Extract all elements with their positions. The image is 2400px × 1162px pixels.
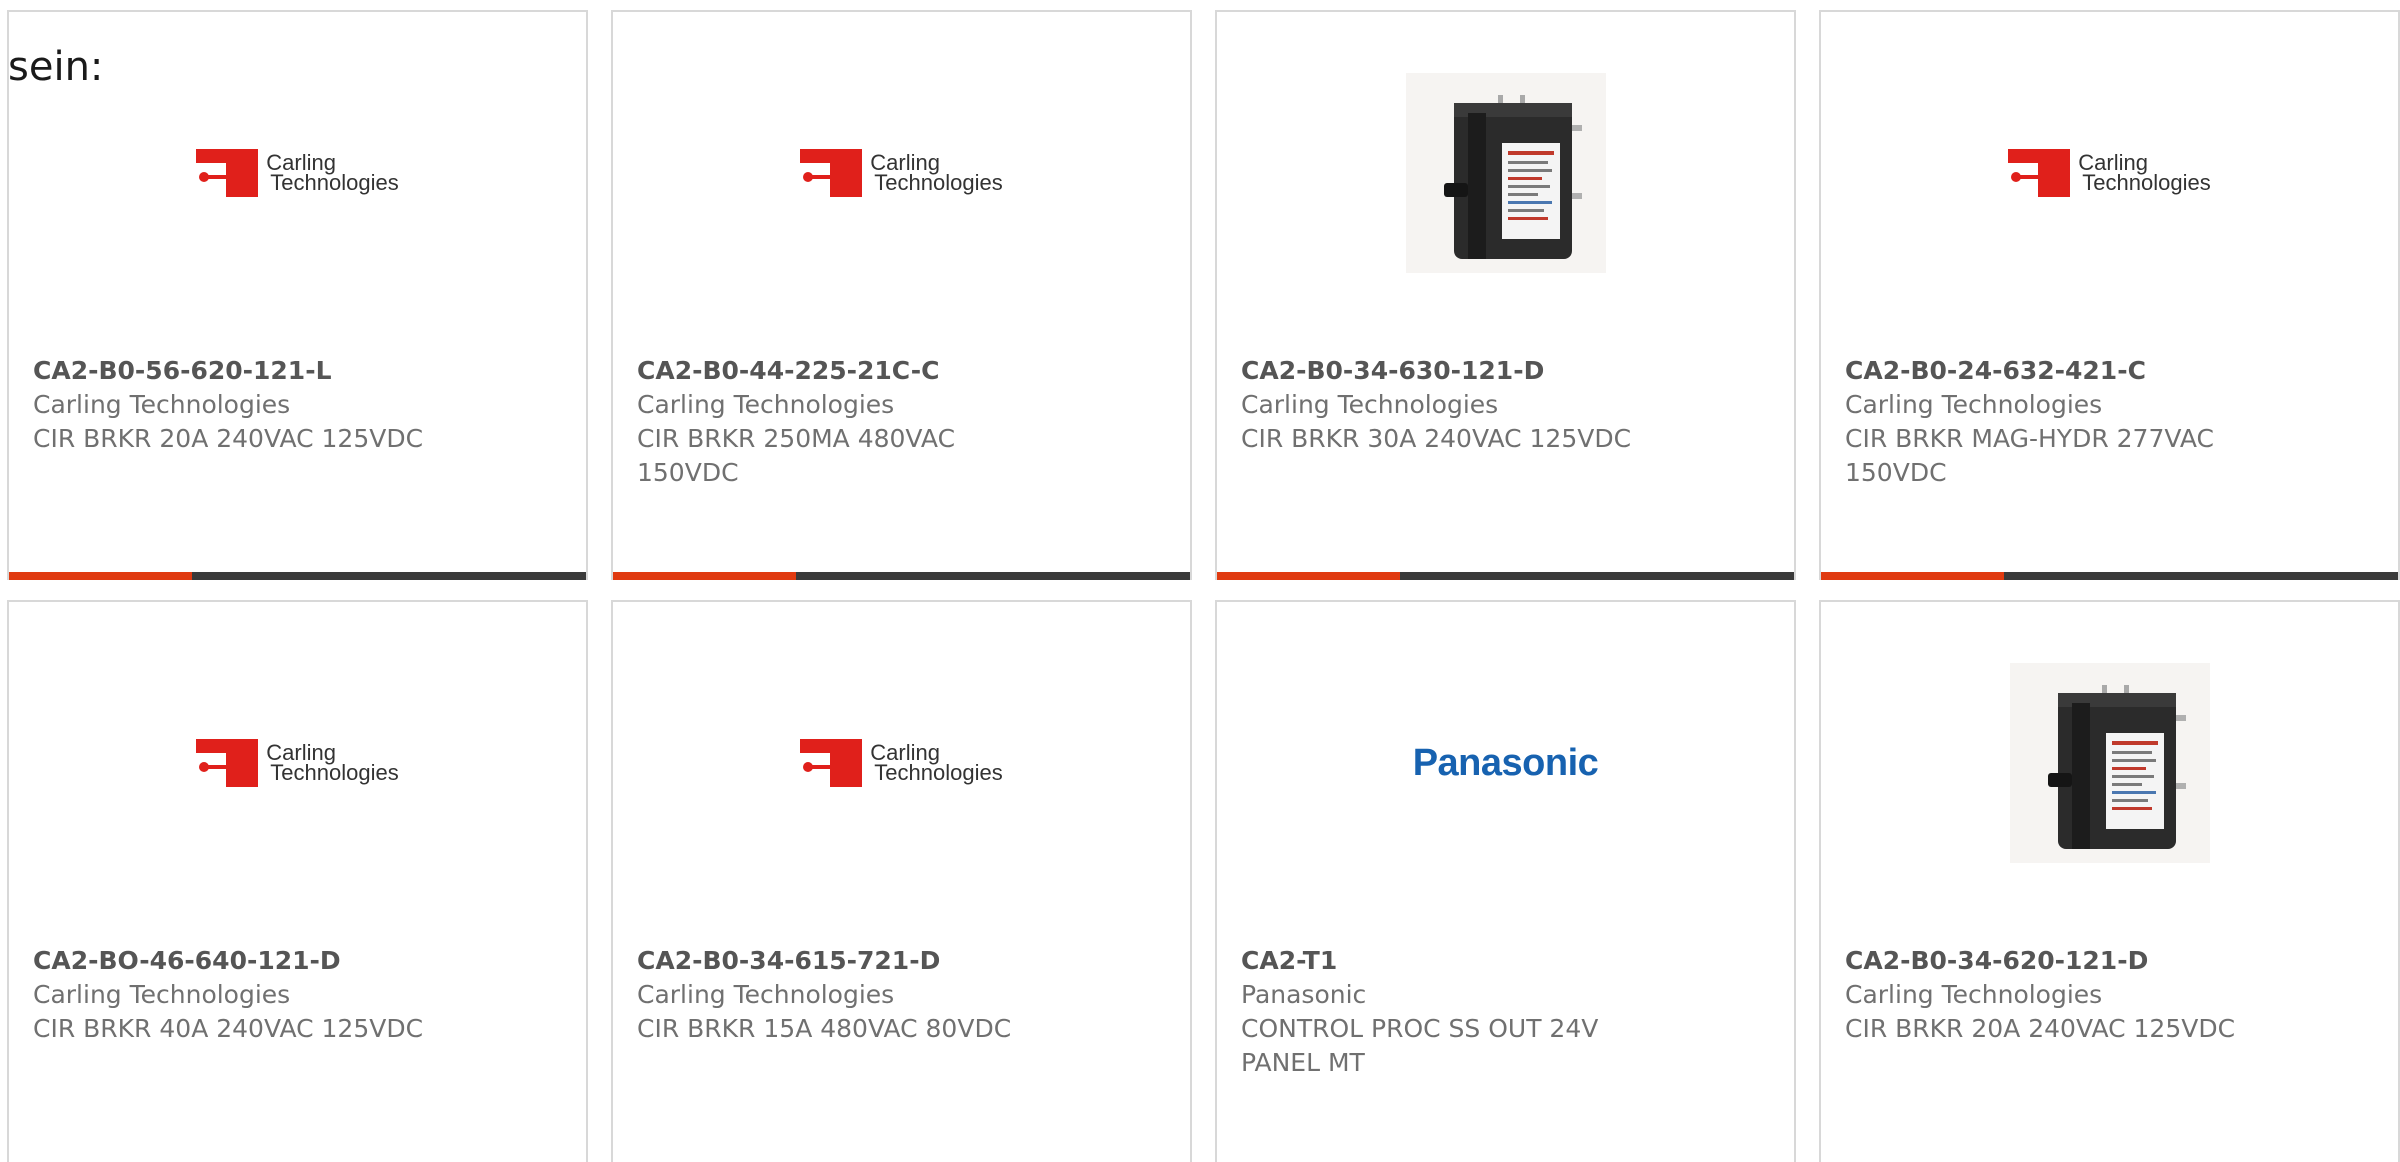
description: CIR BRKR 15A 480VAC 80VDC: [637, 1014, 1012, 1043]
part-number[interactable]: CA2-B0-34-620-121-D: [1845, 944, 2265, 978]
intro-text: sein:: [8, 44, 104, 90]
product-card[interactable]: Panasonic CA2-T1 Panasonic CONTROL PROC …: [1215, 600, 1796, 1162]
product-card[interactable]: CA2-B0-34-620-121-D Carling Technologies…: [1819, 600, 2400, 1162]
part-number[interactable]: CA2-B0-34-615-721-D: [637, 944, 1057, 978]
product-image[interactable]: Carling Technologies: [613, 658, 1190, 868]
product-info: CA2-T1 Panasonic CONTROL PROC SS OUT 24V…: [1241, 944, 1661, 1080]
product-card[interactable]: Carling Technologies CA2-BO-46-640-121-D…: [7, 600, 588, 1162]
card-underbar: [1217, 572, 1794, 580]
carling-mark-icon: [196, 149, 259, 197]
product-card[interactable]: Carling Technologies CA2-B0-44-225-21C-C…: [611, 10, 1192, 580]
product-card[interactable]: Carling Technologies CA2-B0-24-632-421-C…: [1819, 10, 2400, 580]
description: CIR BRKR 40A 240VAC 125VDC: [33, 1014, 424, 1043]
carling-logo: Carling Technologies: [196, 739, 399, 787]
card-underbar: [9, 572, 586, 580]
product-image[interactable]: [1217, 68, 1794, 278]
circuit-breaker-photo: [2009, 663, 2210, 863]
carling-mark-icon: [2008, 149, 2071, 197]
description: CIR BRKR MAG-HYDR 277VAC 150VDC: [1845, 424, 2214, 487]
carling-logo: Carling Technologies: [800, 739, 1003, 787]
product-image[interactable]: Carling Technologies: [9, 658, 586, 868]
carling-mark-icon: [196, 739, 259, 787]
product-info: CA2-B0-34-615-721-D Carling Technologies…: [637, 944, 1057, 1046]
logo-line2: Technologies: [270, 170, 399, 195]
product-card[interactable]: CA2-B0-34-630-121-D Carling Technologies…: [1215, 10, 1796, 580]
product-info: CA2-B0-24-632-421-C Carling Technologies…: [1845, 354, 2265, 490]
product-info: CA2-B0-56-620-121-L Carling Technologies…: [33, 354, 453, 456]
part-number[interactable]: CA2-B0-44-225-21C-C: [637, 354, 1057, 388]
manufacturer: Carling Technologies: [33, 390, 291, 419]
part-number[interactable]: CA2-BO-46-640-121-D: [33, 944, 453, 978]
part-number[interactable]: CA2-B0-56-620-121-L: [33, 354, 453, 388]
panasonic-logo: Panasonic: [1412, 741, 1599, 784]
logo-line2: Technologies: [270, 760, 399, 785]
product-grid-page: sein: Carling Technologies CA2-B0-56-620…: [0, 0, 2400, 1162]
description: CIR BRKR 20A 240VAC 125VDC: [33, 424, 424, 453]
carling-logo: Carling Technologies: [196, 149, 399, 197]
logo-line2: Technologies: [874, 170, 1003, 195]
description: CIR BRKR 20A 240VAC 125VDC: [1845, 1014, 2236, 1043]
manufacturer: Carling Technologies: [637, 980, 895, 1009]
part-number[interactable]: CA2-B0-24-632-421-C: [1845, 354, 2265, 388]
card-underbar: [1821, 572, 2398, 580]
product-card[interactable]: Carling Technologies CA2-B0-56-620-121-L…: [7, 10, 588, 580]
carling-logo: Carling Technologies: [800, 149, 1003, 197]
product-image[interactable]: [1821, 658, 2398, 868]
part-number[interactable]: CA2-T1: [1241, 944, 1661, 978]
description: CIR BRKR 30A 240VAC 125VDC: [1241, 424, 1632, 453]
product-info: CA2-B0-34-620-121-D Carling Technologies…: [1845, 944, 2265, 1046]
manufacturer: Carling Technologies: [1845, 980, 2103, 1009]
product-info: CA2-B0-44-225-21C-C Carling Technologies…: [637, 354, 1057, 490]
logo-line2: Technologies: [874, 760, 1003, 785]
carling-logo: Carling Technologies: [2008, 149, 2211, 197]
manufacturer: Panasonic: [1241, 980, 1367, 1009]
manufacturer: Carling Technologies: [33, 980, 291, 1009]
description: CIR BRKR 250MA 480VAC 150VDC: [637, 424, 956, 487]
carling-mark-icon: [800, 739, 863, 787]
manufacturer: Carling Technologies: [1845, 390, 2103, 419]
card-underbar: [613, 572, 1190, 580]
carling-mark-icon: [800, 149, 863, 197]
product-info: CA2-BO-46-640-121-D Carling Technologies…: [33, 944, 453, 1046]
product-image[interactable]: Carling Technologies: [9, 68, 586, 278]
description: CONTROL PROC SS OUT 24V PANEL MT: [1241, 1014, 1599, 1077]
product-info: CA2-B0-34-630-121-D Carling Technologies…: [1241, 354, 1661, 456]
manufacturer: Carling Technologies: [637, 390, 895, 419]
logo-line2: Technologies: [2082, 170, 2211, 195]
circuit-breaker-photo: [1405, 73, 1606, 273]
product-image[interactable]: Panasonic: [1217, 658, 1794, 868]
product-image[interactable]: Carling Technologies: [1821, 68, 2398, 278]
product-card[interactable]: Carling Technologies CA2-B0-34-615-721-D…: [611, 600, 1192, 1162]
part-number[interactable]: CA2-B0-34-630-121-D: [1241, 354, 1661, 388]
product-image[interactable]: Carling Technologies: [613, 68, 1190, 278]
manufacturer: Carling Technologies: [1241, 390, 1499, 419]
